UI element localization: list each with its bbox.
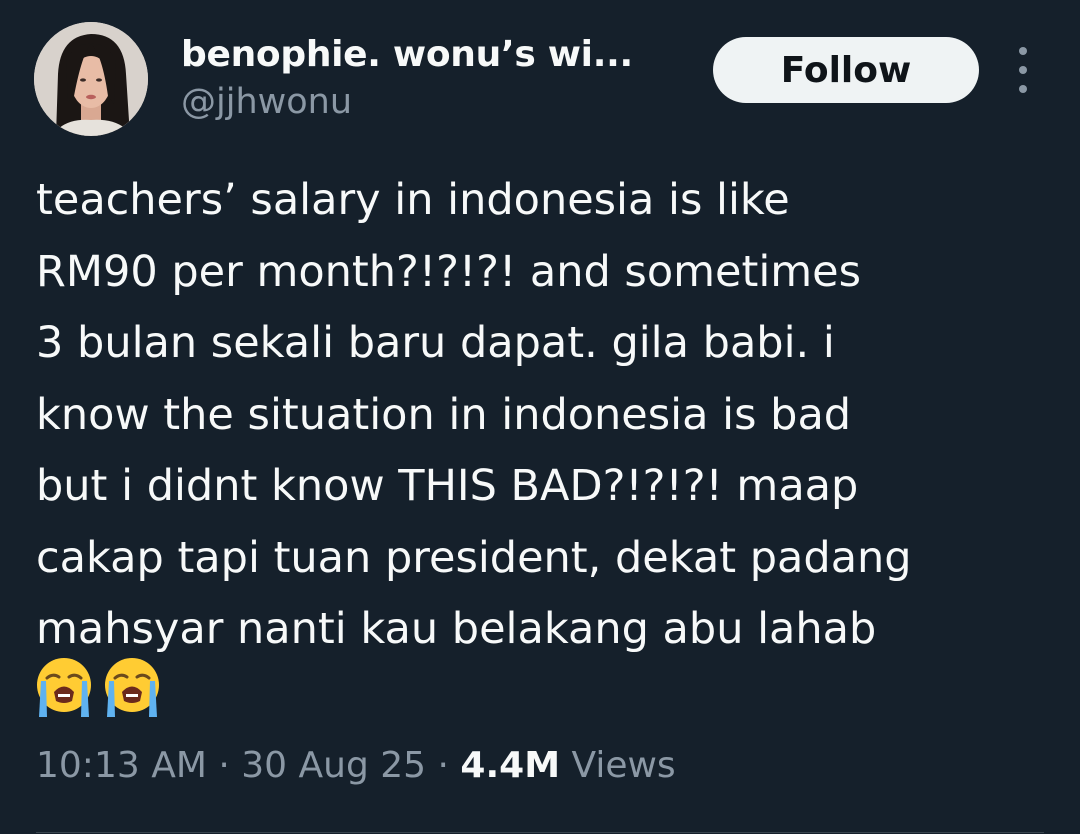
author-avatar[interactable] xyxy=(34,22,148,136)
views-label: Views xyxy=(571,745,676,786)
more-dot xyxy=(1019,66,1027,74)
tweet-card: benophie. wonu’s wi... @jjhwonu Follow t… xyxy=(0,0,1080,834)
tweet-time[interactable]: 10:13 AM xyxy=(36,745,207,786)
tweet-text-line: teachers’ salary in indonesia is like xyxy=(36,175,790,225)
tweet-text-line: RM90 per month?!?!?! and sometimes xyxy=(36,246,862,297)
author-handle[interactable]: @jjhwonu xyxy=(181,82,352,122)
tweet-text-line: cakap tapi tuan president, dekat padang xyxy=(36,532,912,583)
profile-photo-avatar-icon xyxy=(34,22,148,136)
tweet-text-line: but i didnt know THIS BAD?!?!?! maap xyxy=(36,461,859,511)
emoji-row xyxy=(34,655,162,721)
meta-separator: · xyxy=(218,745,230,786)
tweet-date[interactable]: 30 Aug 25 xyxy=(241,745,426,786)
author-display-name[interactable]: benophie. wonu’s wi... xyxy=(181,34,633,75)
meta-separator: · xyxy=(437,745,449,786)
tweet-text-line: mahsyar nanti kau belakang abu lahab xyxy=(36,604,877,654)
more-vertical-icon[interactable] xyxy=(1008,47,1038,93)
more-dot xyxy=(1019,85,1027,93)
loudly-crying-face-icon xyxy=(105,658,159,717)
tweet-text-line: know the situation in indonesia is bad xyxy=(36,389,852,440)
tweet-metadata: 10:13 AM · 30 Aug 25 · 4.4M Views xyxy=(36,745,676,786)
tweet-text-line: 3 bulan sekali baru dapat. gila babi. i xyxy=(36,318,835,368)
more-dot xyxy=(1019,47,1027,55)
follow-button[interactable]: Follow xyxy=(713,37,979,103)
views-count: 4.4M xyxy=(460,745,561,786)
divider xyxy=(36,832,1044,833)
loudly-crying-face-icon xyxy=(37,658,91,717)
tweet-text: teachers’ salary in indonesia is like RM… xyxy=(36,165,1056,666)
